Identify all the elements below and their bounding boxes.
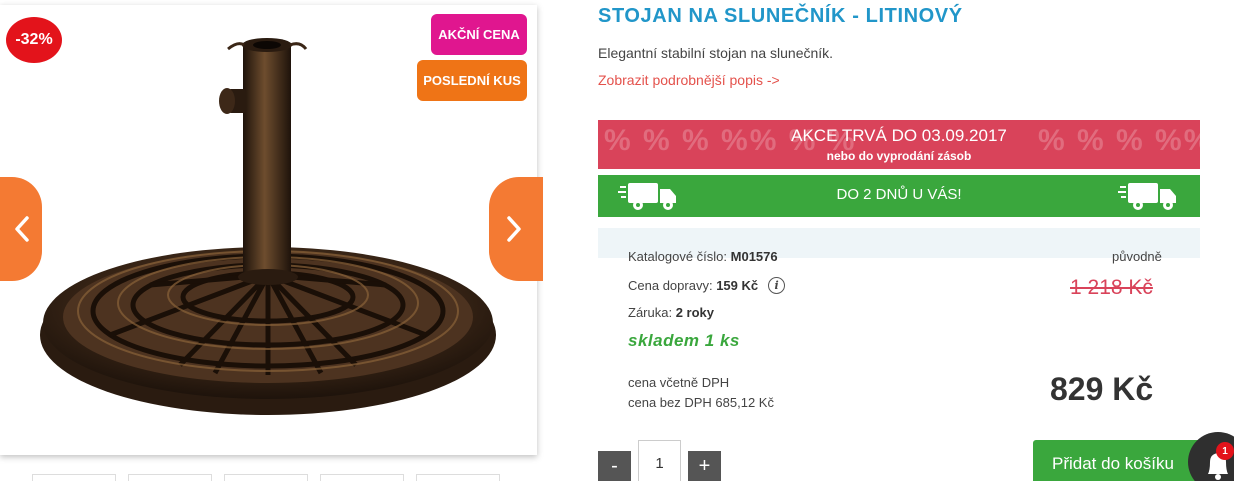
original-price: 1 218 Kč: [1070, 276, 1153, 299]
thumbnail[interactable]: [128, 474, 212, 481]
notification-count-badge: 1: [1216, 442, 1234, 460]
thumbnail[interactable]: [32, 474, 116, 481]
warranty-value: 2 roky: [675, 305, 715, 320]
sale-label: AKČNÍ CENA: [431, 14, 527, 55]
delivery-truck-icon: [1118, 183, 1176, 210]
thumbnail[interactable]: [320, 474, 404, 481]
add-to-cart-button[interactable]: Přidat do košíku: [1033, 440, 1203, 481]
thumbnail-strip: [32, 474, 500, 481]
promo-subtitle: nebo do vyprodání zásob: [826, 149, 972, 163]
vat-excluded-price: cena bez DPH 685,12 Kč: [628, 395, 774, 410]
catalog-value: M01576: [730, 249, 778, 264]
promo-banner: % % % %% % % % % % %% % % AKCE TRVÁ DO 0…: [598, 120, 1200, 169]
info-icon[interactable]: i: [768, 277, 786, 294]
chevron-left-icon: [15, 216, 29, 242]
product-short-description: Elegantní stabilní stojan na slunečník.: [598, 45, 834, 61]
quantity-decrease-button[interactable]: -: [598, 451, 631, 481]
last-piece-label: POSLEDNÍ KUS: [417, 60, 527, 101]
quantity-increase-button[interactable]: +: [688, 451, 721, 481]
warranty-label: Záruka:: [628, 305, 673, 320]
more-description-link[interactable]: Zobrazit podrobnější popis ->: [598, 72, 780, 88]
shipping-price: Cena dopravy: 159 Kč i: [628, 277, 786, 294]
stock-status: skladem 1 ks: [628, 331, 740, 350]
gallery-next-button[interactable]: [489, 177, 543, 281]
original-price-label: původně: [1112, 249, 1162, 264]
shipping-value: 159 Kč: [716, 278, 759, 293]
product-gallery: -32% AKČNÍ CENA POSLEDNÍ KUS: [0, 0, 543, 481]
current-price: 829 Kč: [1050, 371, 1154, 407]
delivery-banner: DO 2 DNŮ U VÁS!: [598, 175, 1200, 217]
delivery-text: DO 2 DNŮ U VÁS!: [836, 186, 962, 203]
chevron-right-icon: [507, 216, 521, 242]
catalog-number: Katalogové číslo: M01576: [628, 249, 778, 264]
discount-badge: -32%: [6, 17, 62, 63]
vat-included-label: cena včetně DPH: [628, 375, 730, 390]
gallery-prev-button[interactable]: [0, 177, 42, 281]
shipping-label: Cena dopravy:: [628, 278, 713, 293]
product-title: STOJAN NA SLUNEČNÍK - LITINOVÝ: [598, 5, 963, 27]
warranty: Záruka: 2 roky: [628, 305, 714, 320]
thumbnail[interactable]: [416, 474, 500, 481]
thumbnail[interactable]: [224, 474, 308, 481]
quantity-input[interactable]: [638, 440, 681, 481]
promo-title: AKCE TRVÁ DO 03.09.2017: [791, 126, 1007, 145]
catalog-label: Katalogové číslo:: [628, 249, 728, 264]
